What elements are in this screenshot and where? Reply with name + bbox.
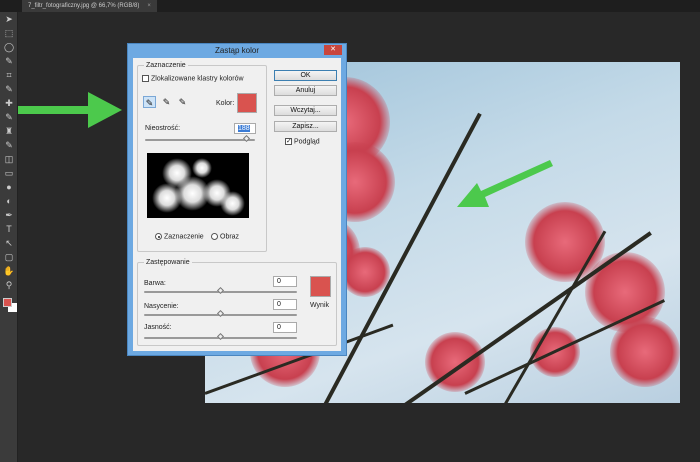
load-button[interactable]: Wczytaj...	[274, 105, 337, 116]
tab-title: 7_filtr_fotograficzny.jpg @ 66,7% (RGB/8…	[28, 3, 140, 9]
hue-slider[interactable]	[144, 286, 297, 295]
lightness-input[interactable]: 0	[273, 322, 297, 333]
result-color-swatch[interactable]	[310, 276, 331, 297]
history-brush-tool-icon[interactable]: ✎	[0, 138, 18, 152]
color-label: Kolor:	[216, 100, 235, 107]
zoom-tool-icon[interactable]: ⚲	[0, 278, 18, 292]
eraser-tool-icon[interactable]: ◫	[0, 152, 18, 166]
eyedropper-plus-icon[interactable]: ✎	[160, 96, 173, 108]
flower-cluster	[610, 317, 680, 387]
saturation-slider[interactable]	[144, 309, 297, 318]
dialog-title: Zastąp kolor	[214, 46, 260, 55]
replacement-legend: Zastępowanie	[146, 259, 190, 266]
ok-button[interactable]: OK	[274, 70, 337, 81]
type-tool-icon[interactable]: T	[0, 222, 18, 236]
radio-image[interactable]: Obraz	[211, 233, 239, 240]
result-label: Wynik	[310, 302, 329, 309]
lasso-tool-icon[interactable]: ◯	[0, 40, 18, 54]
close-button[interactable]: ✕	[324, 45, 342, 55]
tab-close-icon[interactable]: ×	[147, 3, 151, 9]
fuzziness-input[interactable]: 188	[234, 123, 256, 134]
replace-color-dialog: Zastąp kolor ✕ Zaznaczenie Zlokalizowane …	[127, 43, 347, 356]
selection-legend: Zaznaczenie	[146, 62, 186, 69]
tools-panel: ➤ ⬚ ◯ ✎ ⌗ ✎ ✚ ✎ ♜ ✎ ◫ ▭ ● ◐ ✒ T ↖ ▢ ✋ ⚲	[0, 12, 18, 462]
mask-highlight	[152, 183, 182, 213]
selection-preview	[147, 153, 249, 218]
green-arrow-left	[18, 92, 122, 128]
cancel-button[interactable]: Anuluj	[274, 85, 337, 96]
eyedropper-icon[interactable]: ✎	[143, 96, 156, 108]
blur-tool-icon[interactable]: ●	[0, 180, 18, 194]
hue-label: Barwa:	[144, 280, 166, 287]
hue-input[interactable]: 0	[273, 276, 297, 287]
document-tab-bar: 7_filtr_fotograficzny.jpg @ 66,7% (RGB/8…	[0, 0, 700, 12]
saturation-input[interactable]: 0	[273, 299, 297, 310]
healing-tool-icon[interactable]: ✚	[0, 96, 18, 110]
move-tool-icon[interactable]: ➤	[0, 12, 18, 26]
document-tab[interactable]: 7_filtr_fotograficzny.jpg @ 66,7% (RGB/8…	[22, 0, 157, 12]
quick-select-tool-icon[interactable]: ✎	[0, 54, 18, 68]
crop-tool-icon[interactable]: ⌗	[0, 68, 18, 82]
shape-tool-icon[interactable]: ▢	[0, 250, 18, 264]
gradient-tool-icon[interactable]: ▭	[0, 166, 18, 180]
lightness-label: Jasność:	[144, 324, 172, 331]
marquee-tool-icon[interactable]: ⬚	[0, 26, 18, 40]
dialog-titlebar[interactable]: Zastąp kolor ✕	[128, 44, 346, 58]
radio-selection[interactable]: Zaznaczenie	[155, 233, 204, 240]
foreground-color-swatch[interactable]	[3, 298, 12, 307]
brush-tool-icon[interactable]: ✎	[0, 110, 18, 124]
lightness-slider[interactable]	[144, 332, 297, 341]
hand-tool-icon[interactable]: ✋	[0, 264, 18, 278]
fuzziness-label: Nieostrość:	[145, 125, 181, 132]
pen-tool-icon[interactable]: ✒	[0, 208, 18, 222]
preview-checkbox[interactable]: ✓ Podgląd	[285, 138, 320, 145]
eyedropper-tool-icon[interactable]: ✎	[0, 82, 18, 96]
save-button[interactable]: Zapisz...	[274, 121, 337, 132]
green-arrow-right	[457, 160, 553, 207]
path-select-tool-icon[interactable]: ↖	[0, 236, 18, 250]
dodge-tool-icon[interactable]: ◐	[0, 194, 18, 208]
selection-color-swatch[interactable]	[237, 93, 257, 113]
fuzziness-slider[interactable]	[145, 134, 255, 143]
stamp-tool-icon[interactable]: ♜	[0, 124, 18, 138]
localized-clusters-checkbox[interactable]: Zlokalizowane klastry kolorów	[142, 75, 244, 82]
eyedropper-minus-icon[interactable]: ✎	[176, 96, 189, 108]
mask-highlight	[219, 190, 245, 216]
mask-highlight	[192, 158, 212, 178]
flower-cluster	[340, 247, 390, 297]
saturation-label: Nasycenie:	[144, 303, 179, 310]
